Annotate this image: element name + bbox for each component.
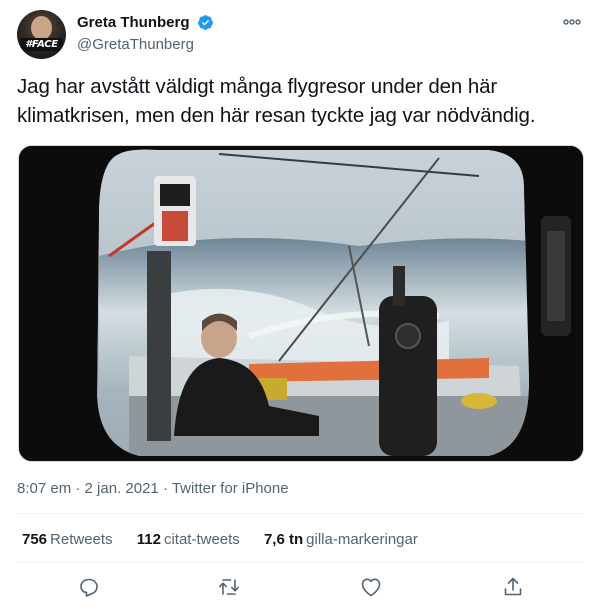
tweet-stats: 756 Retweets 112 citat-tweets 7,6 tn gilla-… [22, 531, 438, 548]
quotes-stat[interactable]: 112 citat-tweets [137, 531, 240, 548]
user-handle[interactable]: @GretaThunberg [77, 36, 214, 53]
tweet-time[interactable]: 8:07 em [17, 480, 71, 497]
tweet-text: Jag har avstått väldigt många flygresor … [17, 75, 536, 127]
display-name[interactable]: Greta Thunberg [77, 14, 190, 31]
heart-icon[interactable] [359, 575, 383, 599]
retweets-count: 756 [22, 531, 48, 548]
quotes-count: 112 [136, 531, 161, 548]
verified-badge-icon [197, 14, 214, 31]
photo-sailboat-ocean [19, 146, 583, 461]
likes-label: gilla-markeringar [306, 531, 418, 548]
quotes-label: citat-tweets [163, 531, 240, 548]
likes-stat[interactable]: 7,6 tn gilla-markeringar [264, 531, 418, 548]
tweet-media-photo[interactable] [18, 145, 584, 462]
likes-count: 7,6 tn [263, 531, 304, 548]
author-block[interactable]: Greta Thunberg @GretaThunberg [77, 14, 214, 53]
avatar[interactable]: #FACE [17, 10, 66, 59]
retweet-icon[interactable] [217, 575, 241, 599]
meta-separator: · [71, 480, 85, 497]
reply-icon[interactable] [77, 575, 101, 599]
divider [17, 562, 583, 563]
avatar-badge-text: #FACE [20, 38, 63, 51]
more-icon[interactable] [561, 14, 583, 30]
share-icon[interactable] [501, 575, 525, 599]
tweet-source[interactable]: Twitter for iPhone [172, 480, 289, 497]
tweet-meta: 8:07 em · 2 jan. 2021 · Twitter for iPho… [17, 480, 289, 497]
tweet-actions [17, 572, 583, 602]
divider [17, 513, 583, 514]
retweets-label: Retweets [50, 531, 113, 548]
tweet-date[interactable]: 2 jan. 2021 [85, 480, 159, 497]
avatar-face [31, 16, 52, 40]
meta-separator: · [158, 480, 172, 497]
retweets-stat[interactable]: 756 Retweets [22, 531, 113, 548]
tweet-header: #FACE Greta Thunberg @GretaThunberg [17, 10, 587, 60]
